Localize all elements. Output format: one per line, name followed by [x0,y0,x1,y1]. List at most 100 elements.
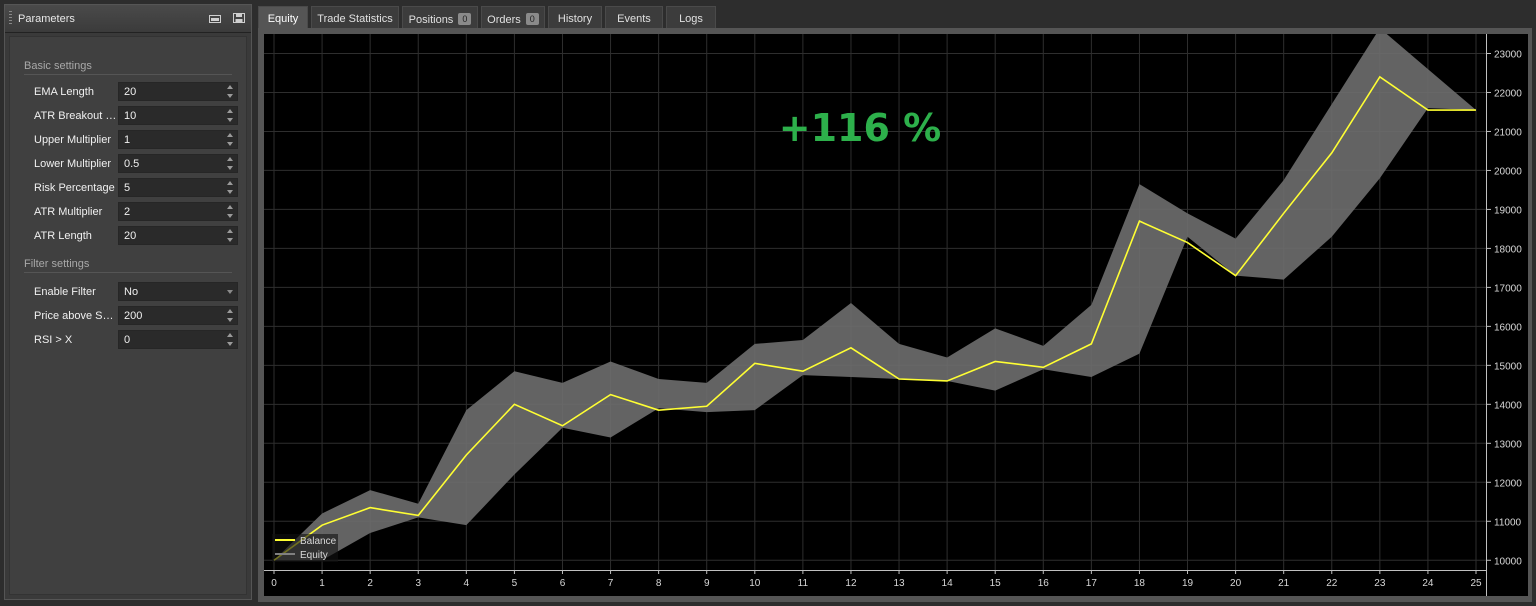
x-tick-label: 1 [319,578,325,589]
section-title-filter-settings: Filter settings [24,258,90,270]
param-value: 1 [124,134,131,146]
param-label-lower-multiplier: Lower Multiplier [34,158,112,170]
param-label-ema-length: EMA Length [34,86,94,98]
y-tick-label: 20000 [1494,166,1522,177]
chevron-down-icon[interactable] [227,290,233,294]
spinner-arrows-icon[interactable] [227,228,234,243]
x-tick-label: 21 [1278,578,1290,589]
param-input-atr-multiplier[interactable]: 2 [118,202,238,221]
legend-label-balance: Balance [300,536,337,547]
param-value: 10 [124,110,137,122]
param-label-enable-filter: Enable Filter [34,286,96,298]
param-input-atr-breakout-period[interactable]: 10 [118,106,238,125]
y-tick-label: 14000 [1494,400,1522,411]
y-tick-label: 10000 [1494,556,1522,567]
tab-logs[interactable]: Logs [666,6,716,29]
count-badge: 0 [458,13,472,25]
drag-grip-icon[interactable] [9,11,12,26]
tab-label: History [557,13,593,25]
param-label-risk-percentage: Risk Percentage [34,182,115,194]
y-tick-label: 19000 [1494,205,1522,216]
x-tick-label: 13 [893,578,905,589]
tab-label: Events [617,13,651,25]
y-tick-label: 23000 [1494,49,1522,60]
y-tick-label: 22000 [1494,88,1522,99]
param-label-rsi-x: RSI > X [34,334,73,346]
x-tick-label: 19 [1182,578,1194,589]
tab-equity[interactable]: Equity [258,6,308,29]
x-tick-label: 20 [1230,578,1242,589]
parameters-panel: Parameters Basic settings EMA Length 20 ATR… [4,4,252,600]
x-tick-label: 6 [560,578,566,589]
parameters-body: Basic settings EMA Length 20 ATR Breakout P… [9,36,247,595]
spinner-arrows-icon[interactable] [227,132,234,147]
spinner-arrows-icon[interactable] [227,204,234,219]
param-value: No [124,286,139,298]
param-label-atr-multiplier: ATR Multiplier [34,206,103,218]
x-tick-label: 9 [704,578,710,589]
x-tick-label: 25 [1470,578,1482,589]
chart-legend: Balance Equity [272,534,338,562]
x-tick-label: 2 [367,578,373,589]
x-tick-label: 15 [990,578,1002,589]
y-axis-background [1486,34,1528,596]
param-value: 0.5 [124,158,140,170]
spinner-arrows-icon[interactable] [227,156,234,171]
x-tick-label: 0 [271,578,277,589]
param-input-risk-percentage[interactable]: 5 [118,178,238,197]
y-tick-label: 15000 [1494,361,1522,372]
tab-history[interactable]: History [548,6,602,29]
equity-chart[interactable]: 0 1 2 3 4 5 6 7 8 9 10 11 12 13 14 15 16 17 18 19 20 21 22 23 24… [264,34,1528,596]
x-tick-label: 18 [1134,578,1146,589]
tab-positions[interactable]: Positions 0 [402,6,478,29]
param-value: 5 [124,182,131,194]
y-tick-label: 16000 [1494,322,1522,333]
return-percentage: +116 % [779,106,941,150]
y-tick-label: 17000 [1494,283,1522,294]
y-tick-label: 11000 [1494,517,1522,528]
section-title-basic-settings: Basic settings [24,60,92,72]
spinner-arrows-icon[interactable] [227,332,234,347]
x-tick-label: 24 [1422,578,1434,589]
x-tick-label: 3 [415,578,421,589]
spinner-arrows-icon[interactable] [227,108,234,123]
tab-label: Logs [679,13,703,25]
param-input-price-above-sma[interactable]: 200 [118,306,238,325]
param-value: 0 [124,334,131,346]
x-tick-label: 12 [845,578,857,589]
x-tick-label: 23 [1374,578,1386,589]
param-input-atr-length[interactable]: 20 [118,226,238,245]
param-input-enable-filter[interactable]: No [118,282,238,301]
tab-label: Trade Statistics [317,13,393,25]
load-preset-icon[interactable] [209,13,221,23]
param-input-upper-multiplier[interactable]: 1 [118,130,238,149]
x-tick-label: 14 [942,578,954,589]
param-label-upper-multiplier: Upper Multiplier [34,134,112,146]
tab-trade-statistics[interactable]: Trade Statistics [311,6,399,29]
y-tick-label: 12000 [1494,478,1522,489]
x-tick-label: 5 [512,578,518,589]
y-tick-label: 21000 [1494,127,1522,138]
param-value: 200 [124,310,143,322]
param-value: 2 [124,206,131,218]
y-tick-label: 13000 [1494,439,1522,450]
tab-events[interactable]: Events [605,6,663,29]
parameters-header: Parameters [5,5,251,33]
x-tick-label: 8 [656,578,662,589]
param-label-atr-breakout-period: ATR Breakout Period [34,110,118,122]
x-tick-label: 7 [608,578,614,589]
x-tick-label: 11 [798,578,809,589]
param-input-ema-length[interactable]: 20 [118,82,238,101]
param-value: 20 [124,230,137,242]
tab-label: Equity [267,13,299,25]
tab-orders[interactable]: Orders 0 [481,6,545,29]
spinner-arrows-icon[interactable] [227,84,234,99]
count-badge: 0 [525,13,539,25]
param-input-rsi-x[interactable]: 0 [118,330,238,349]
save-preset-icon[interactable] [233,13,245,23]
tab-label: Orders [487,14,521,26]
spinner-arrows-icon[interactable] [227,180,234,195]
param-value: 20 [124,86,137,98]
param-input-lower-multiplier[interactable]: 0.5 [118,154,238,173]
spinner-arrows-icon[interactable] [227,308,234,323]
